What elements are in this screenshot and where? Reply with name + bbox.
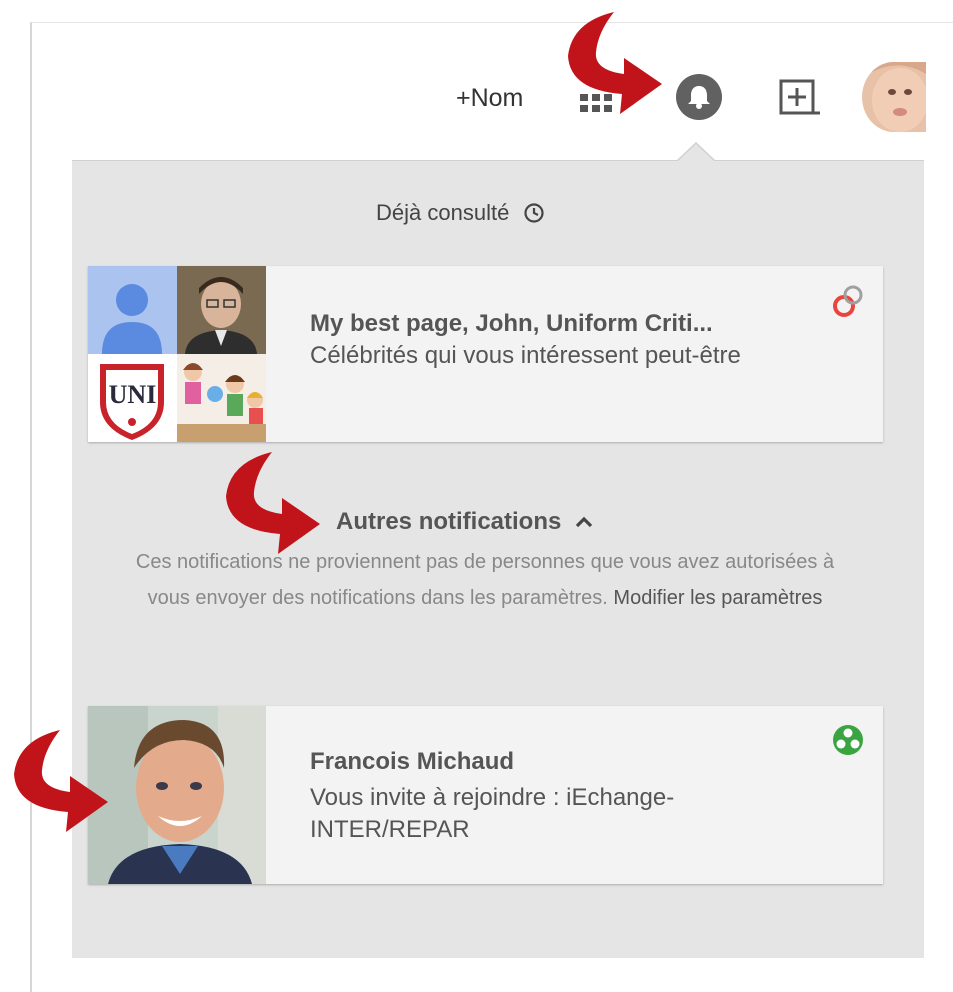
annotation-arrow-bell bbox=[568, 12, 662, 114]
seen-section-header: Déjà consulté bbox=[376, 200, 545, 226]
add-box-icon[interactable] bbox=[778, 78, 822, 118]
seen-card-subtitle: Célébrités qui vous intéressent peut-êtr… bbox=[310, 342, 741, 369]
thumbnail-grid: UNI bbox=[88, 266, 266, 442]
community-icon bbox=[833, 725, 863, 755]
modify-settings-link[interactable]: Modifier les paramètres bbox=[613, 587, 822, 609]
profile-avatar[interactable] bbox=[862, 62, 926, 132]
chevron-up-icon bbox=[576, 516, 593, 528]
notifications-button[interactable] bbox=[676, 74, 722, 120]
google-plus-icon bbox=[833, 285, 863, 317]
children-illustration bbox=[177, 354, 266, 442]
baby-photo bbox=[862, 62, 926, 132]
annotation-arrow-invite bbox=[14, 730, 108, 832]
other-notifications-title: Autres notifications bbox=[336, 508, 562, 535]
default-user-thumbnail bbox=[88, 266, 177, 354]
uni-badge-text: UNI bbox=[108, 380, 157, 409]
francois-photo bbox=[88, 706, 266, 884]
john-thumbnail bbox=[177, 266, 266, 354]
add-name-link[interactable]: +Nom bbox=[456, 84, 523, 113]
seen-notification-card[interactable]: UNI My best page, John, Uniform Criti...… bbox=[88, 266, 883, 442]
seen-card-title: My best page, John, Uniform Criti... bbox=[310, 310, 713, 337]
kids-illustration-thumbnail bbox=[177, 354, 266, 442]
seen-section-label: Déjà consulté bbox=[376, 200, 510, 225]
clock-icon bbox=[524, 203, 544, 223]
bell-icon bbox=[688, 86, 710, 109]
invite-sender-name: Francois Michaud bbox=[310, 748, 515, 775]
other-notifications-header[interactable]: Autres notifications bbox=[336, 508, 593, 536]
man-portrait bbox=[177, 266, 266, 354]
user-silhouette-icon bbox=[102, 284, 162, 354]
annotation-arrow-other bbox=[226, 452, 320, 554]
invite-notification-card[interactable]: Francois Michaud Vous invite à rejoindre… bbox=[88, 706, 883, 884]
invite-message: Vous invite à rejoindre : iEchange-INTER… bbox=[310, 784, 675, 843]
man-smiling-portrait bbox=[88, 706, 266, 884]
uni-badge-thumbnail: UNI bbox=[88, 354, 177, 442]
panel-caret bbox=[678, 144, 714, 161]
